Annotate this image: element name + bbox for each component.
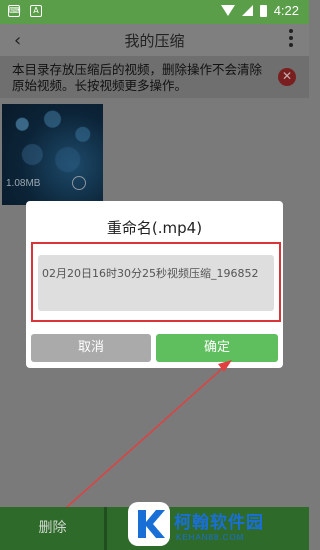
divider [104, 507, 107, 550]
title-bar: ‹ 我的压缩 [0, 24, 309, 56]
rename-dialog: 重命名(.mp4) 02月20日16时30分25秒视频压缩_196852 取消 … [26, 201, 283, 368]
status-time: 4:22 [273, 3, 299, 18]
more-menu-icon[interactable] [289, 29, 293, 50]
cancel-button[interactable]: 取消 [31, 334, 151, 362]
thumbnail-image [2, 104, 103, 205]
ok-button[interactable]: 确定 [156, 334, 278, 362]
wifi-icon [220, 5, 235, 16]
close-icon[interactable]: ✕ [278, 68, 296, 86]
a-icon: A [30, 5, 42, 17]
highlight-frame: 02月20日16时30分25秒视频压缩_196852 [31, 242, 281, 322]
dialog-title: 重命名(.mp4) [106, 219, 203, 237]
watermark-url: KEHAN88.COM [176, 533, 245, 542]
video-size: 1.08MB [6, 178, 41, 189]
kehan-logo-icon [128, 502, 170, 546]
signal-icon [241, 5, 253, 16]
watermark: 柯翰软件园 KEHAN88.COM [126, 500, 309, 550]
watermark-name: 柯翰软件园 [174, 513, 264, 533]
notice-text: 本目录存放压缩后的视频，删除操作不会清除原始视频。长按视频更多操作。 [12, 62, 263, 93]
select-radio[interactable] [72, 176, 86, 190]
keyboard-icon: ⌨ [8, 5, 21, 17]
notice-banner: 本目录存放压缩后的视频，删除操作不会清除原始视频。长按视频更多操作。 ✕ [0, 56, 309, 98]
battery-icon [259, 4, 267, 17]
video-thumbnail[interactable]: 1.08MB [2, 104, 103, 205]
filename-input[interactable]: 02月20日16时30分25秒视频压缩_196852 [38, 255, 274, 311]
status-bar: ⌨ A 4:22 [0, 0, 309, 24]
delete-button[interactable]: 删除 [0, 507, 105, 550]
page-title: 我的压缩 [124, 32, 185, 50]
